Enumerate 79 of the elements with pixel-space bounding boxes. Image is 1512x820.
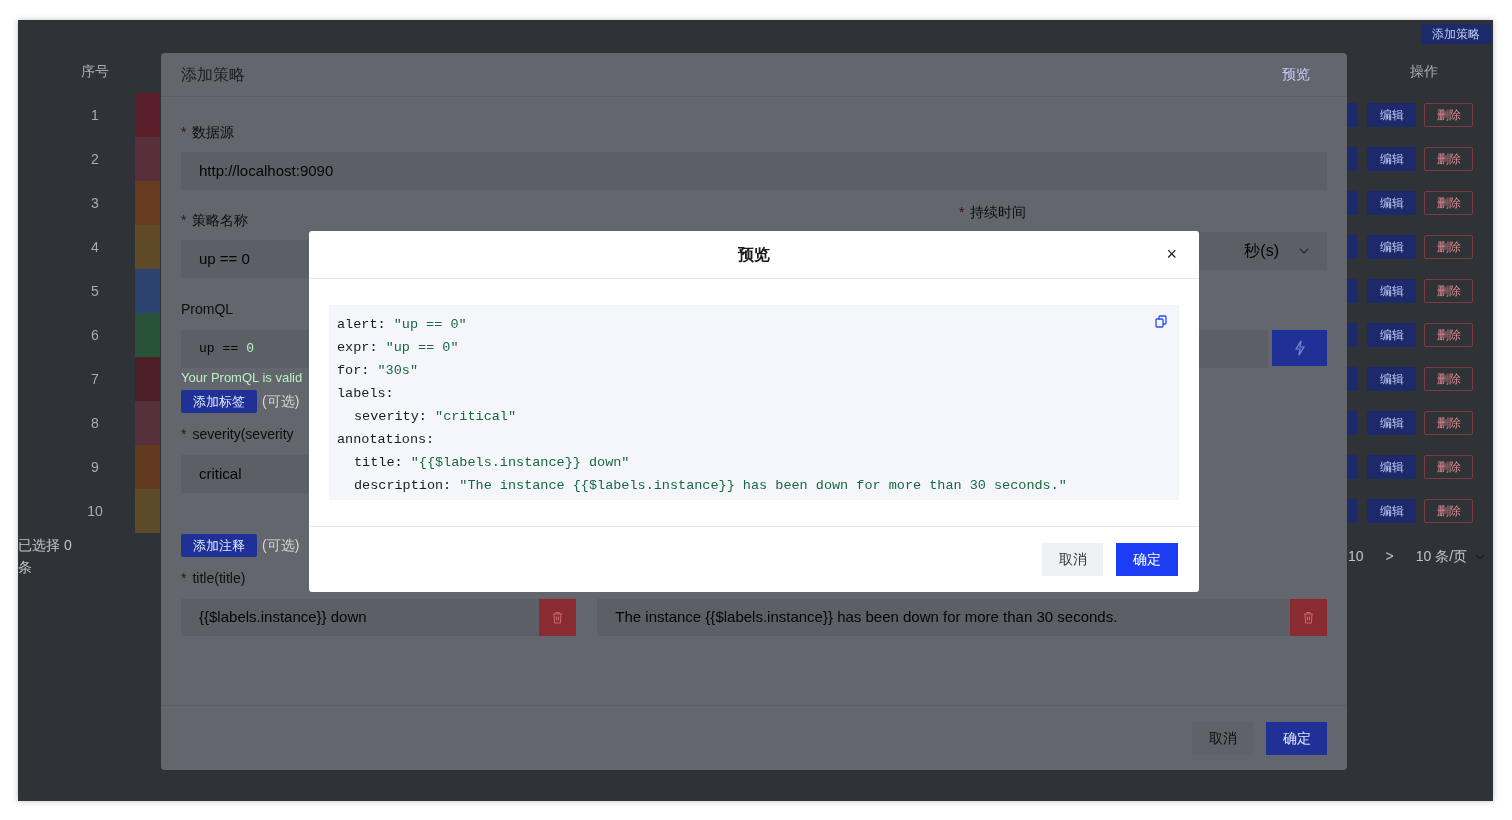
page-size-text: 10 条/页 [1415, 547, 1468, 566]
edit-button[interactable]: 编辑 [1367, 323, 1416, 347]
column-header: 操作 [1409, 61, 1439, 81]
add-annotation-button[interactable]: 添加注释 [181, 534, 257, 557]
edit-button[interactable]: 编辑 [1367, 499, 1416, 523]
required-mark: * [959, 203, 965, 222]
delete-button[interactable]: 删除 [1424, 103, 1473, 127]
code-line: expr: "up == 0" [337, 339, 459, 357]
chevron-down-icon [1475, 553, 1486, 560]
code-line: alert: "up == 0" [337, 316, 467, 334]
field-label: 数据源 [192, 123, 235, 142]
edit-button[interactable]: 编辑 [1367, 367, 1416, 391]
required-mark: * [181, 569, 187, 588]
row-number: 9 [90, 457, 100, 477]
required-mark: * [181, 211, 187, 230]
selection-count: 条 [18, 558, 33, 577]
chevron-down-icon [1299, 248, 1309, 254]
field-label: severity(severity [192, 425, 294, 444]
code-line: annotations: [337, 431, 435, 449]
code-line: for: "30s" [337, 362, 419, 380]
trash-icon [1302, 611, 1315, 624]
delete-button[interactable]: 删除 [1424, 323, 1473, 347]
delete-button[interactable]: 删除 [1424, 147, 1473, 171]
optional-hint: (可选) [262, 536, 300, 555]
edit-button[interactable]: 编辑 [1367, 411, 1416, 435]
required-mark: * [181, 425, 187, 444]
delete-button[interactable]: 删除 [1424, 411, 1473, 435]
edit-button[interactable]: 编辑 [1367, 191, 1416, 215]
dialog-title: 预览 [738, 244, 770, 265]
optional-hint: (可选) [262, 392, 300, 411]
copy-icon[interactable] [1155, 315, 1167, 328]
field-label: 持续时间 [970, 203, 1027, 222]
delete-button[interactable]: 删除 [1424, 367, 1473, 391]
row-number: 10 [86, 501, 104, 521]
edit-button[interactable]: 编辑 [1367, 147, 1416, 171]
code-line: labels: [337, 385, 394, 403]
validation-message: Your PromQL is valid [181, 370, 303, 386]
code-line: description: "The instance {{$labels.instance}} has been down for more than 30 seconds." [353, 477, 1067, 495]
delete-button[interactable] [539, 599, 577, 636]
delete-button[interactable] [1290, 599, 1327, 636]
confirm-button[interactable]: 确定 [1116, 543, 1178, 576]
selection-count: 已选择 0 [18, 536, 72, 555]
unit-text: 秒(s) [1244, 241, 1279, 261]
delete-button[interactable]: 删除 [1424, 279, 1473, 303]
field-label: 策略名称 [192, 211, 249, 230]
add-policy-button[interactable]: 添加策略 [1421, 24, 1491, 44]
dialog-title: 添加策略 [181, 64, 245, 85]
close-button[interactable]: × [1164, 243, 1179, 265]
edit-button[interactable]: 编辑 [1367, 235, 1416, 259]
row-number: 8 [90, 413, 100, 433]
row-number: 7 [90, 369, 100, 389]
next-page-button[interactable]: > [1385, 546, 1394, 567]
confirm-button[interactable]: 确定 [1266, 721, 1327, 755]
field-label: PromQL [181, 300, 234, 319]
delete-button[interactable]: 删除 [1424, 455, 1473, 479]
column-header: 序号 [80, 61, 110, 81]
row-number: 4 [90, 237, 100, 257]
add-label-button[interactable]: 添加标签 [181, 390, 257, 413]
edit-button[interactable]: 编辑 [1367, 103, 1416, 127]
delete-button[interactable]: 删除 [1424, 235, 1473, 259]
run-query-button[interactable] [1272, 330, 1327, 366]
code-line: severity: "critical" [353, 408, 517, 426]
trash-icon [551, 611, 565, 624]
row-number: 6 [90, 325, 100, 345]
row-number: 2 [90, 149, 100, 169]
preview-link[interactable]: 预览 [1282, 64, 1310, 85]
delete-button[interactable]: 删除 [1424, 191, 1473, 215]
edit-button[interactable]: 编辑 [1367, 455, 1416, 479]
delete-button[interactable]: 删除 [1424, 499, 1473, 523]
required-mark: * [181, 123, 187, 142]
field-label: title(title) [192, 569, 246, 588]
page-size-select[interactable]: 10 条/页 [1415, 546, 1486, 567]
edit-button[interactable]: 编辑 [1367, 279, 1416, 303]
row-number: 1 [90, 105, 100, 125]
cancel-button[interactable]: 取消 [1042, 543, 1103, 576]
code-line: title: "{{$labels.instance}} down" [353, 454, 630, 472]
row-number: 5 [90, 281, 100, 301]
row-number: 3 [90, 193, 100, 213]
page-number[interactable]: 10 [1348, 546, 1364, 567]
